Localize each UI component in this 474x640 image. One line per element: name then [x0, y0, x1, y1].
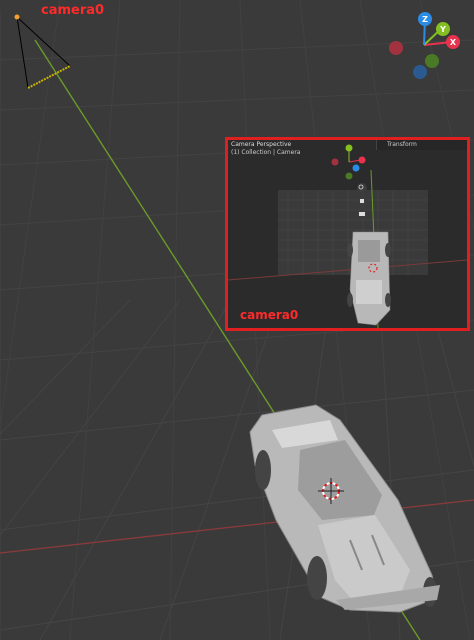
preview-view-title: Camera Perspective — [231, 141, 292, 148]
zoom-icon[interactable] — [357, 183, 367, 193]
negative-y-axis-handle[interactable] — [425, 54, 439, 68]
negative-z-axis-handle[interactable] — [413, 65, 427, 79]
transform-sidebar-header[interactable]: Transform — [376, 140, 467, 150]
preview-camera-label: camera0 — [240, 308, 299, 322]
preview-collection-info: (1) Collection | Camera — [231, 149, 301, 156]
camera-name-label: camera0 — [41, 3, 105, 18]
camera-preview-scene — [228, 140, 467, 328]
3d-viewport[interactable]: X Y Z camera0 Camera Perspective (1) Col… — [0, 0, 474, 640]
car-wheel — [255, 450, 271, 490]
z-axis-letter: Z — [422, 15, 428, 24]
y-axis-letter: Y — [439, 25, 446, 34]
x-axis-letter: X — [450, 38, 457, 47]
negative-x-axis-handle[interactable] — [389, 41, 403, 55]
preview-view-tools[interactable] — [357, 183, 367, 219]
camera-preview-window[interactable]: Camera Perspective (1) Collection | Came… — [225, 137, 470, 331]
car-wheel — [307, 556, 327, 600]
transform-sidebar-title: Transform — [387, 141, 417, 148]
